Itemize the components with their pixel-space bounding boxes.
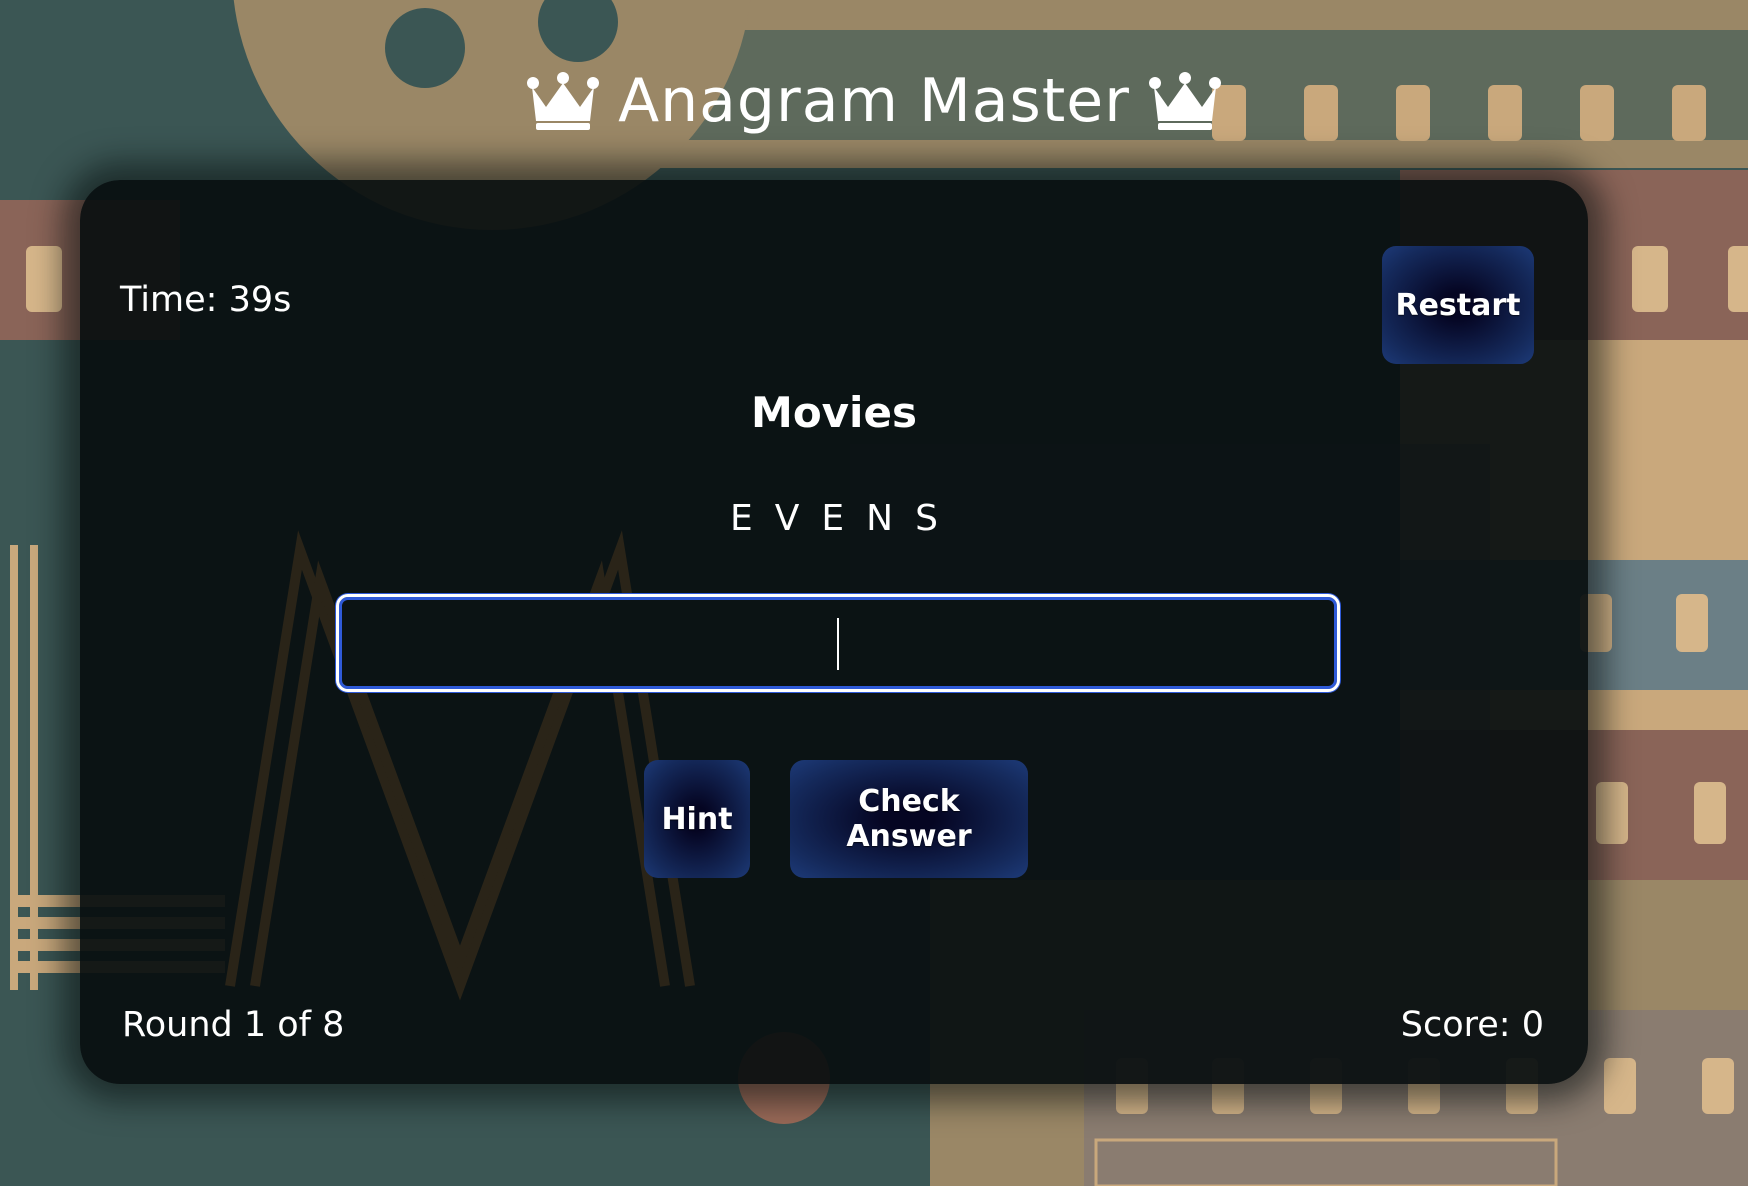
check-answer-button[interactable]: Check Answer	[790, 760, 1028, 878]
hint-button[interactable]: Hint	[644, 760, 750, 878]
timer: Time: 39s	[120, 280, 292, 320]
restart-button[interactable]: Restart	[1382, 246, 1534, 364]
scrambled-word: EVENS	[730, 498, 960, 539]
score-display: Score: 0	[1400, 1005, 1544, 1045]
category-label: Movies	[751, 388, 917, 437]
round-indicator: Round 1 of 8	[122, 1005, 345, 1045]
crown-icon	[1148, 72, 1221, 130]
text-caret	[837, 618, 839, 670]
game-panel: Time: 39s Restart Movies EVENS Hint Chec…	[80, 180, 1588, 1084]
title-text: Anagram Master	[618, 66, 1130, 136]
game-title: Anagram Master	[0, 56, 1748, 146]
crown-icon	[527, 72, 600, 130]
